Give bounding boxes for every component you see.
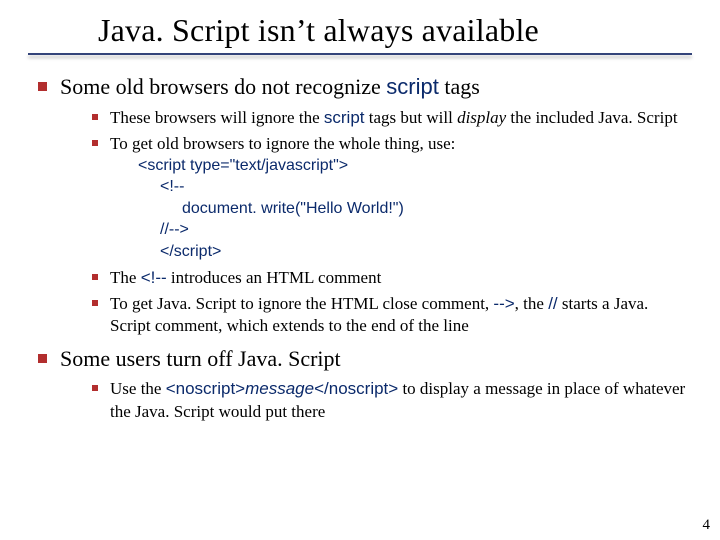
code-line-2: <!-- <box>138 176 692 198</box>
slide-title: Java. Script isn’t always available <box>98 12 692 49</box>
sub-1-1-ital: display <box>457 108 506 127</box>
bullet-1: Some old browsers do not recognize scrip… <box>34 73 692 337</box>
code-line-3: document. write("Hello World!") <box>138 198 692 220</box>
bullet-2-text: Some users turn off Java. Script <box>60 346 341 371</box>
sub-1-1-post: the included Java. Script <box>506 108 677 127</box>
sub-1-4-code2: // <box>548 294 557 313</box>
code-line-5: </script> <box>138 241 692 263</box>
bullet-1-text-pre: Some old browsers do not recognize <box>60 74 386 99</box>
sub-2-1-pre: Use the <box>110 379 166 398</box>
slide: Java. Script isn’t always available Some… <box>0 0 720 423</box>
bullet-1-text-post: tags <box>439 74 480 99</box>
sub-2-1: Use the <noscript>message</noscript> to … <box>88 378 692 422</box>
sub-2-1-msg: message <box>245 379 314 398</box>
sub-1-2-text: To get old browsers to ignore the whole … <box>110 134 455 153</box>
sub-1-4-pre: To get Java. Script to ignore the HTML c… <box>110 294 493 313</box>
sub-1-4-mid: , the <box>515 294 549 313</box>
title-underline <box>28 53 692 55</box>
sub-1-3-code: <!-- <box>141 268 167 287</box>
page-number: 4 <box>703 517 711 534</box>
sub-1-1: These browsers will ignore the script ta… <box>88 107 692 129</box>
sub-1-4: To get Java. Script to ignore the HTML c… <box>88 293 692 337</box>
sub-1-1-pre: These browsers will ignore the <box>110 108 324 127</box>
sub-2-1-code2: </noscript> <box>314 379 398 398</box>
bullet-2-sublist: Use the <noscript>message</noscript> to … <box>60 378 692 422</box>
sub-1-3-pre: The <box>110 268 141 287</box>
bullet-2: Some users turn off Java. Script Use the… <box>34 345 692 423</box>
bullet-1-code: script <box>386 74 439 99</box>
sub-1-4-code1: --> <box>493 294 514 313</box>
bullet-1-sublist: These browsers will ignore the script ta… <box>60 107 692 337</box>
code-line-1: <script type="text/javascript"> <box>138 155 692 177</box>
sub-1-1-mid: tags but will <box>365 108 458 127</box>
code-block: <script type="text/javascript"> <!-- doc… <box>110 155 692 263</box>
bullet-list: Some old browsers do not recognize scrip… <box>28 73 692 423</box>
sub-1-3: The <!-- introduces an HTML comment <box>88 267 692 289</box>
sub-1-3-post: introduces an HTML comment <box>167 268 382 287</box>
code-line-4: //--> <box>138 219 692 241</box>
sub-1-1-code: script <box>324 108 365 127</box>
sub-1-2: To get old browsers to ignore the whole … <box>88 133 692 263</box>
sub-2-1-code1: <noscript> <box>166 379 245 398</box>
